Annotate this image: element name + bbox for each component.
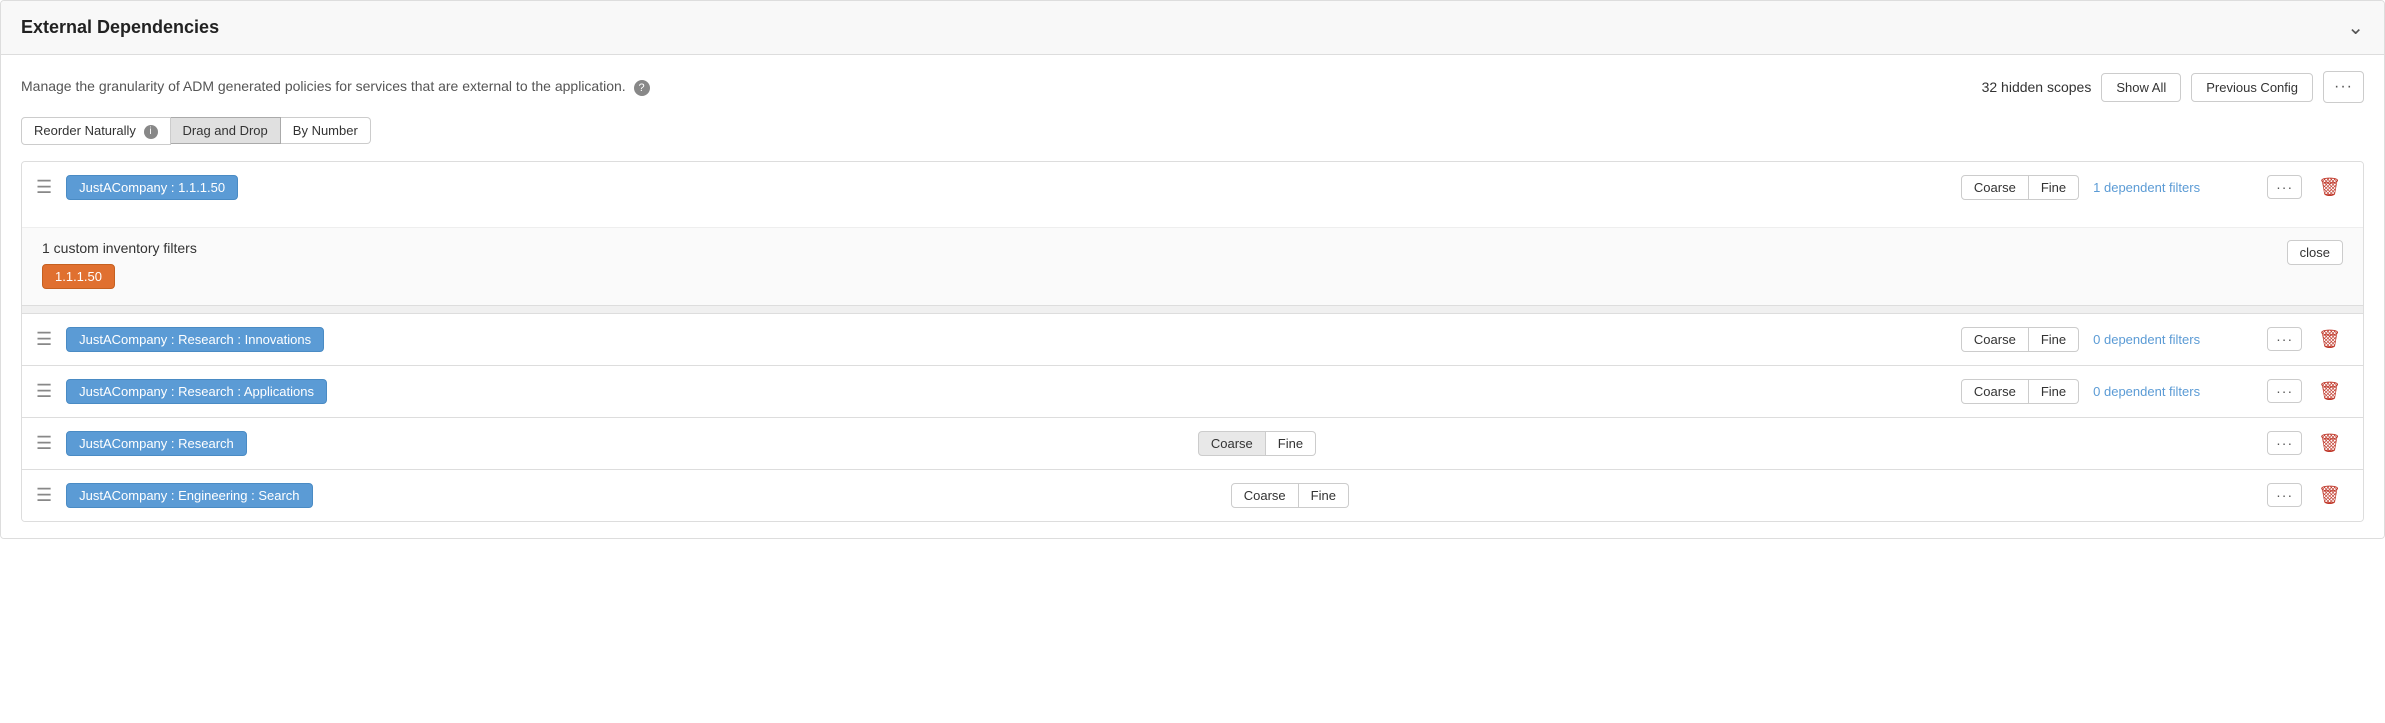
item-separator — [22, 306, 2363, 314]
description-text: Manage the granularity of ADM generated … — [21, 78, 626, 94]
hidden-scopes-count: 32 hidden scopes — [1982, 79, 2092, 95]
fine-button[interactable]: Fine — [2029, 379, 2079, 404]
item-tag[interactable]: JustACompany : 1.1.1.50 — [66, 175, 238, 200]
dependent-filters-link[interactable]: 0 dependent filters — [2093, 384, 2253, 399]
item-tag[interactable]: JustACompany : Research : Applications — [66, 379, 327, 404]
panel-title: External Dependencies — [21, 17, 219, 38]
reorder-row: Reorder Naturally i Drag and Drop By Num… — [21, 117, 2364, 145]
item-delete-button[interactable]: 🗑 — [2310, 378, 2349, 405]
drag-handle-icon[interactable]: ☰ — [36, 485, 52, 506]
description-row: Manage the granularity of ADM generated … — [21, 71, 2364, 103]
item-delete-button[interactable]: 🗑 — [2310, 326, 2349, 353]
item-actions: ··· 🗑 — [2267, 430, 2349, 457]
coarse-button[interactable]: Coarse — [1961, 175, 2029, 200]
description-area: Manage the granularity of ADM generated … — [21, 78, 650, 96]
item-delete-button[interactable]: 🗑 — [2310, 430, 2349, 457]
coarse-button[interactable]: Coarse — [1198, 431, 1266, 456]
item-actions: ··· 🗑 — [2267, 326, 2349, 353]
by-number-button[interactable]: By Number — [281, 117, 371, 144]
list-item: ☰ JustACompany : Research : Applications… — [22, 366, 2363, 418]
collapse-icon[interactable]: ⌄ — [2347, 15, 2364, 40]
panel-body: Manage the granularity of ADM generated … — [1, 55, 2384, 538]
item-tag[interactable]: JustACompany : Research — [66, 431, 247, 456]
coarse-fine-group: Coarse Fine — [1198, 431, 1316, 456]
coarse-fine-group: Coarse Fine — [1231, 483, 1349, 508]
drag-drop-button[interactable]: Drag and Drop — [171, 117, 281, 144]
coarse-fine-group: Coarse Fine — [1961, 379, 2079, 404]
item-tag[interactable]: JustACompany : Engineering : Search — [66, 483, 312, 508]
coarse-button[interactable]: Coarse — [1961, 327, 2029, 352]
previous-config-button[interactable]: Previous Config — [2191, 73, 2313, 102]
item-actions: ··· 🗑 — [2267, 378, 2349, 405]
coarse-fine-group: Coarse Fine — [1961, 175, 2079, 200]
item-delete-button[interactable]: 🗑 — [2310, 482, 2349, 509]
dependent-filters-link[interactable]: 1 dependent filters — [2093, 180, 2253, 195]
items-list: ☰ JustACompany : 1.1.1.50 Coarse Fine 1 … — [21, 161, 2364, 522]
fine-button[interactable]: Fine — [2029, 327, 2079, 352]
sub-content-left: 1 custom inventory filters 1.1.1.50 — [42, 240, 197, 289]
panel-header: External Dependencies ⌄ — [1, 1, 2384, 55]
list-item: ☰ JustACompany : Engineering : Search Co… — [22, 470, 2363, 521]
item-actions: ··· 🗑 — [2267, 174, 2349, 201]
item-more-button[interactable]: ··· — [2267, 483, 2302, 507]
coarse-button[interactable]: Coarse — [1961, 379, 2029, 404]
reorder-info-icon: i — [144, 125, 158, 139]
panel-more-button[interactable]: ··· — [2323, 71, 2364, 103]
drag-handle-icon[interactable]: ☰ — [36, 433, 52, 454]
item-more-button[interactable]: ··· — [2267, 327, 2302, 351]
list-item: ☰ JustACompany : Research : Innovations … — [22, 314, 2363, 366]
close-button[interactable]: close — [2287, 240, 2343, 265]
reorder-naturally-button[interactable]: Reorder Naturally i — [21, 117, 171, 145]
drag-handle-icon[interactable]: ☰ — [36, 177, 52, 198]
item-more-button[interactable]: ··· — [2267, 431, 2302, 455]
header-actions: 32 hidden scopes Show All Previous Confi… — [1982, 71, 2364, 103]
item-tag[interactable]: JustACompany : Research : Innovations — [66, 327, 324, 352]
sub-title: 1 custom inventory filters — [42, 240, 197, 256]
coarse-button[interactable]: Coarse — [1231, 483, 1299, 508]
drag-handle-icon[interactable]: ☰ — [36, 381, 52, 402]
coarse-fine-group: Coarse Fine — [1961, 327, 2079, 352]
list-item: ☰ JustACompany : Research Coarse Fine ··… — [22, 418, 2363, 470]
show-all-button[interactable]: Show All — [2101, 73, 2181, 102]
item-more-button[interactable]: ··· — [2267, 379, 2302, 403]
drag-handle-icon[interactable]: ☰ — [36, 329, 52, 350]
fine-button[interactable]: Fine — [1266, 431, 1316, 456]
dependent-filters-link[interactable]: 0 dependent filters — [2093, 332, 2253, 347]
fine-button[interactable]: Fine — [2029, 175, 2079, 200]
list-item: ☰ JustACompany : 1.1.1.50 Coarse Fine 1 … — [22, 162, 2363, 306]
sub-tag[interactable]: 1.1.1.50 — [42, 264, 115, 289]
item-actions: ··· 🗑 — [2267, 482, 2349, 509]
help-icon[interactable]: ? — [634, 80, 650, 96]
external-dependencies-panel: External Dependencies ⌄ Manage the granu… — [0, 0, 2385, 539]
item-sub-content: 1 custom inventory filters 1.1.1.50 clos… — [22, 227, 2363, 305]
item-more-button[interactable]: ··· — [2267, 175, 2302, 199]
item-delete-button[interactable]: 🗑 — [2310, 174, 2349, 201]
item-main-row: ☰ JustACompany : 1.1.1.50 Coarse Fine 1 … — [22, 162, 2363, 213]
fine-button[interactable]: Fine — [1299, 483, 1349, 508]
